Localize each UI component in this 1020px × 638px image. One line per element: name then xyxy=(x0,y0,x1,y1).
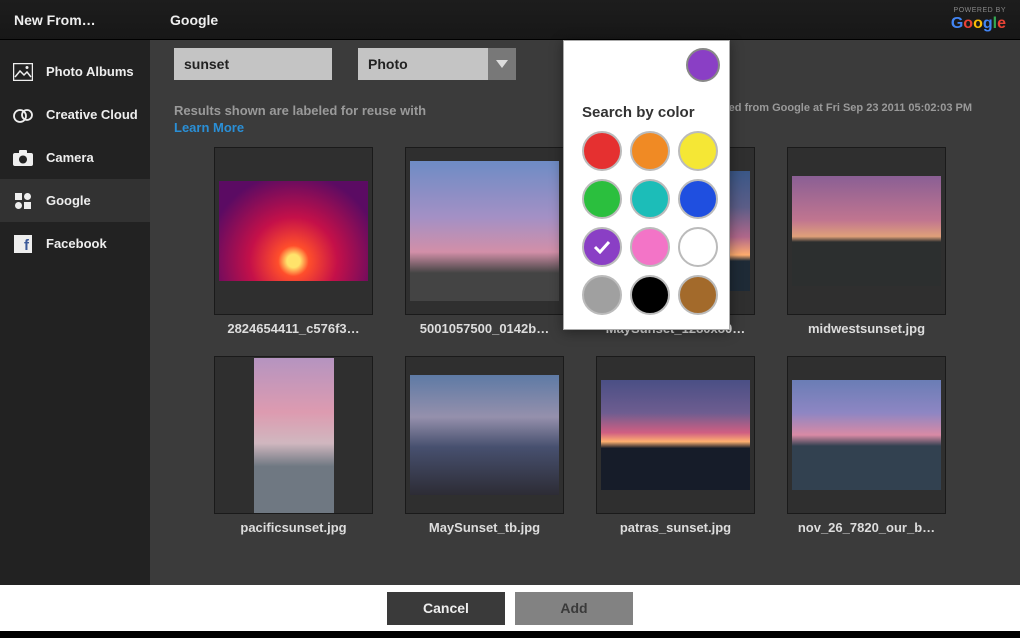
powered-by-google: POWERED BY Google xyxy=(951,7,1020,32)
google-logo: Google xyxy=(951,15,1006,32)
thumb-filename: MaySunset_tb.jpg xyxy=(405,520,564,535)
camera-icon xyxy=(12,147,34,169)
results-info-text: Results shown are labeled for reuse with xyxy=(174,103,426,118)
thumbnail-image xyxy=(254,358,334,513)
sidebar-item-label: Photo Albums xyxy=(46,64,134,79)
thumbnail-image xyxy=(410,161,559,301)
thumb-filename: nov_26_7820_our_b… xyxy=(787,520,946,535)
thumbnail-image xyxy=(792,176,941,286)
color-swatch-brown[interactable] xyxy=(678,275,718,315)
clip-timestamp: Clipped from Google at Fri Sep 23 2011 0… xyxy=(701,102,996,114)
result-thumb[interactable]: 2824654411_c576f3… xyxy=(214,147,373,336)
thumbnail-image xyxy=(410,375,559,495)
source-sidebar: Photo Albums Creative Cloud Camera Googl… xyxy=(0,40,150,585)
creative-cloud-icon xyxy=(12,104,34,126)
page-title: Google xyxy=(150,12,951,28)
color-swatch-green[interactable] xyxy=(582,179,622,219)
result-thumb[interactable]: midwestsunset.jpg xyxy=(787,147,946,336)
google-icon xyxy=(12,190,34,212)
result-thumb[interactable]: patras_sunset.jpg xyxy=(596,356,755,535)
color-swatch-red[interactable] xyxy=(582,131,622,171)
media-type-select[interactable]: Photo xyxy=(358,48,516,80)
result-thumb[interactable]: MaySunset_tb.jpg xyxy=(405,356,564,535)
color-swatch-purple[interactable] xyxy=(582,227,622,267)
color-swatch-orange[interactable] xyxy=(630,131,670,171)
cancel-button[interactable]: Cancel xyxy=(387,592,505,625)
thumbnail-image xyxy=(792,380,941,490)
result-thumb[interactable]: nov_26_7820_our_b… xyxy=(787,356,946,535)
thumbnail-image xyxy=(219,181,368,281)
sidebar-item-photo-albums[interactable]: Photo Albums xyxy=(0,50,150,93)
color-swatch-blue[interactable] xyxy=(678,179,718,219)
color-swatch-teal[interactable] xyxy=(630,179,670,219)
facebook-icon: f xyxy=(12,233,34,255)
color-swatch-yellow[interactable] xyxy=(678,131,718,171)
sidebar-item-label: Creative Cloud xyxy=(46,107,138,122)
sidebar-item-facebook[interactable]: f Facebook xyxy=(0,222,150,265)
color-swatch-white[interactable] xyxy=(678,227,718,267)
chevron-down-icon xyxy=(488,48,516,80)
select-label: Photo xyxy=(358,56,488,72)
color-swatch-pink[interactable] xyxy=(630,227,670,267)
sidebar-item-label: Facebook xyxy=(46,236,107,251)
result-thumb[interactable]: 5001057500_0142b… xyxy=(405,147,564,336)
thumb-filename: 5001057500_0142b… xyxy=(405,321,564,336)
color-popover-title: Search by color xyxy=(564,88,729,131)
sidebar-item-camera[interactable]: Camera xyxy=(0,136,150,179)
thumbnail-image xyxy=(601,380,750,490)
action-bar: Cancel Add xyxy=(0,585,1020,631)
photo-albums-icon xyxy=(12,61,34,83)
sidebar-item-label: Camera xyxy=(46,150,94,165)
color-filter-popover: Search by color xyxy=(563,40,730,330)
sidebar-item-creative-cloud[interactable]: Creative Cloud xyxy=(0,93,150,136)
thumb-filename: midwestsunset.jpg xyxy=(787,321,946,336)
color-swatch-black[interactable] xyxy=(630,275,670,315)
system-taskbar xyxy=(0,631,1020,638)
search-input[interactable] xyxy=(174,48,332,80)
color-swatch-gray[interactable] xyxy=(582,275,622,315)
add-button[interactable]: Add xyxy=(515,592,633,625)
learn-more-link[interactable]: Learn More xyxy=(174,120,426,135)
thumb-filename: 2824654411_c576f3… xyxy=(214,321,373,336)
sidebar-header: New From… xyxy=(0,12,150,28)
sidebar-item-label: Google xyxy=(46,193,91,208)
thumb-filename: pacificsunset.jpg xyxy=(214,520,373,535)
thumb-filename: patras_sunset.jpg xyxy=(596,520,755,535)
result-thumb[interactable]: pacificsunset.jpg xyxy=(214,356,373,535)
color-filter-chip[interactable] xyxy=(686,48,720,82)
sidebar-item-google[interactable]: Google xyxy=(0,179,150,222)
